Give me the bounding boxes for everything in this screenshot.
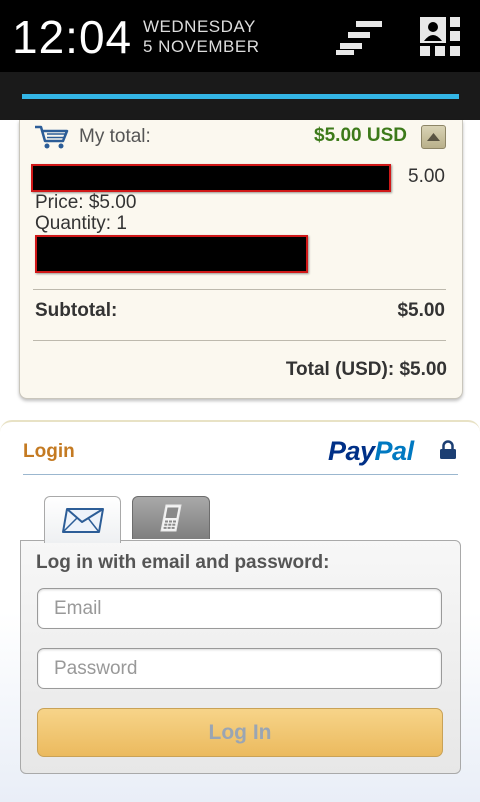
- my-total-value: $5.00 USD: [314, 125, 407, 146]
- cart-divider: [33, 340, 446, 341]
- redacted-item-name: [31, 164, 391, 192]
- mobile-phone-icon: [160, 504, 182, 532]
- settings-icon[interactable]: [336, 20, 384, 61]
- status-bar: 12:04 WEDNESDAY 5 NOVEMBER: [0, 0, 480, 72]
- login-divider: [23, 474, 458, 475]
- date-block: WEDNESDAY 5 NOVEMBER: [143, 17, 259, 57]
- item-quantity: Quantity: 1: [35, 213, 127, 234]
- paypal-logo-pal: Pal: [374, 436, 415, 466]
- paypal-logo-pay: Pay: [328, 436, 375, 466]
- cart-divider: [33, 289, 446, 290]
- item-amount: 5.00: [408, 166, 445, 187]
- day-label: WEDNESDAY: [143, 17, 256, 36]
- lock-icon: [439, 440, 457, 465]
- password-field[interactable]: [37, 648, 442, 689]
- log-in-button[interactable]: Log In: [37, 708, 443, 757]
- loading-progress-bar: [22, 94, 459, 99]
- redacted-item-detail: [35, 235, 308, 273]
- subtotal-value: $5.00: [397, 300, 445, 321]
- chevron-up-icon: [427, 133, 440, 141]
- total-line: Total (USD): $5.00: [285, 359, 447, 380]
- shopping-cart-icon: [34, 124, 70, 155]
- date-label: 5 NOVEMBER: [143, 37, 260, 56]
- paypal-logo: PayPal: [328, 436, 414, 467]
- email-field[interactable]: [37, 588, 442, 629]
- my-total-label: My total:: [79, 126, 151, 147]
- collapse-cart-button[interactable]: [421, 125, 446, 149]
- item-price: Price: $5.00: [35, 192, 137, 213]
- login-title: Login: [23, 441, 75, 462]
- tab-mobile-login[interactable]: [132, 496, 210, 539]
- subtotal-label: Subtotal:: [35, 300, 118, 321]
- envelope-icon: [61, 508, 104, 533]
- tab-email-login[interactable]: [44, 496, 121, 543]
- clock: 12:04: [12, 11, 133, 63]
- profile-icon[interactable]: [420, 17, 462, 62]
- login-form-heading: Log in with email and password:: [36, 552, 330, 573]
